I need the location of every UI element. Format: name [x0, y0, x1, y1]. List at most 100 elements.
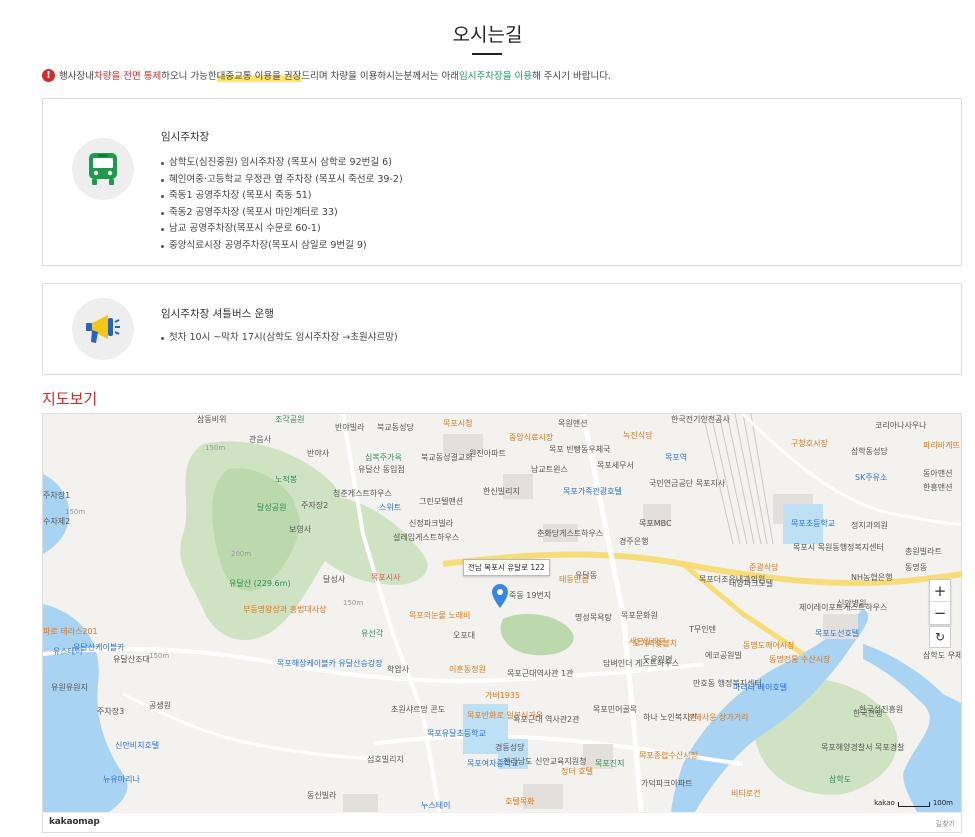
map-place-label[interactable]: 한국섬진흥원 — [859, 704, 903, 715]
directions-link[interactable]: 길찾기 — [936, 819, 955, 829]
map-place-label[interactable]: 삼학도 — [829, 774, 851, 785]
map-place-label[interactable]: 이훈동정원 — [449, 664, 486, 675]
map-place-label[interactable]: 태동반점 — [559, 574, 588, 585]
map-place-label[interactable]: 마리나 베이호텔 — [733, 682, 787, 693]
map-place-label[interactable]: 원진아파트 — [469, 448, 506, 459]
map-place-label[interactable]: 뉴유마리나 — [103, 774, 140, 785]
map-place-label[interactable]: 유스테이 — [53, 646, 82, 657]
kakao-map[interactable]: 삼동비위 조각공원 반야빌라 북교동성당 목포시청 중앙식료시장 목원맨션 한국전기안전공사 녹… — [42, 413, 962, 833]
map-place-label[interactable]: 목포시청 — [443, 418, 472, 429]
map-place-label[interactable]: 총원빌라트 — [905, 546, 942, 557]
map-place-label[interactable]: 가덕파크아파트 — [641, 778, 693, 789]
map-place-label[interactable]: 춘화당게스트하우스 — [537, 528, 603, 539]
map-place-label[interactable]: 호텔목화 — [505, 796, 534, 807]
map-place-label[interactable]: 삼학도 우체국 — [923, 650, 961, 661]
map-place-label[interactable]: 삼동비위 — [197, 414, 226, 425]
map-place-label[interactable]: 남교트윈스 — [531, 464, 568, 475]
location-pin-icon[interactable] — [492, 584, 508, 608]
map-place-label[interactable]: 유원유원지 — [51, 682, 88, 693]
map-place-label[interactable]: 동명전통 수산시장 — [769, 654, 830, 665]
map-place-label[interactable]: 목포진지 — [595, 758, 624, 769]
map-place-label[interactable]: 학암사 — [387, 664, 409, 675]
map-place-label[interactable]: 녹진식당 — [623, 430, 652, 441]
map-place-label[interactable]: 비티로건 — [731, 788, 760, 799]
map-place-label[interactable]: 목포의눈물 노래비 — [409, 610, 470, 621]
zoom-in-button[interactable]: + — [930, 580, 950, 602]
map-place-label[interactable]: 반야빌라 — [335, 422, 364, 433]
map-place-label[interactable]: 대양파크모텔 — [729, 578, 773, 589]
map-place-label[interactable]: 목포유달초등학교 — [427, 728, 486, 739]
map-place-label[interactable]: 건해사운 상가거리 — [687, 712, 748, 723]
map-place-label[interactable]: 목포시 목원동행정복지센터 — [793, 542, 884, 553]
map-place-label[interactable]: 보영사 — [289, 524, 311, 535]
map-place-label[interactable]: 에코공원빌 — [705, 650, 742, 661]
map-place-label[interactable]: 150m — [149, 652, 169, 660]
map-place-label[interactable]: 동명도깨어시장 — [743, 640, 795, 651]
map-place-label[interactable]: 누스테이 — [421, 800, 450, 811]
map-place-label[interactable]: 주차장3 — [97, 706, 124, 717]
reset-view-button[interactable]: ↻ — [929, 626, 951, 648]
map-place-label[interactable]: 관음사 — [249, 434, 271, 445]
map-place-label[interactable]: 200m — [231, 550, 251, 558]
map-place-label[interactable]: 가버1935 — [485, 690, 520, 701]
map-place-label[interactable]: 동아맨션 — [923, 468, 952, 479]
map-place-label[interactable]: 목포해상케이블카 유달산승강장 — [277, 658, 383, 669]
map-place-label[interactable]: 한국전기안전공사 — [671, 414, 730, 425]
map-place-label[interactable]: 정터 호텔 — [561, 766, 593, 777]
map-place-label[interactable]: 목포민어골목 — [593, 704, 637, 715]
map-place-label[interactable]: 세븐일레븐 — [629, 636, 666, 647]
map-place-label[interactable]: 경주은행 — [619, 536, 648, 547]
map-place-label[interactable]: 명성목욕탕 — [575, 612, 612, 623]
map-place-label[interactable]: 목포근대역사관 1관 — [507, 668, 574, 679]
map-place-label[interactable]: 수자제2 — [43, 516, 70, 527]
map-place-label[interactable]: 유달산조대 — [113, 654, 150, 665]
map-place-label[interactable]: 유달산 동입점 — [358, 464, 405, 475]
map-place-label[interactable]: 파리바게뜨 — [923, 440, 960, 451]
map-place-label[interactable]: 목포MBC — [639, 518, 672, 529]
map-place-label[interactable]: 목원맨션 — [558, 418, 587, 429]
map-place-label[interactable]: 그린모텔맨션 — [419, 496, 463, 507]
map-place-label[interactable]: 조각공원 — [275, 414, 304, 425]
map-place-label[interactable]: 유선각 — [361, 628, 383, 639]
map-place-label[interactable]: 유달산 (229.6m) — [229, 578, 291, 589]
map-place-label[interactable]: 목포근대 역사관2관 — [513, 714, 580, 725]
map-place-label[interactable]: 오포대 — [453, 630, 475, 641]
map-place-label[interactable]: 150m — [65, 508, 85, 516]
map-place-label[interactable]: 구청호시장 — [791, 438, 828, 449]
map-place-label[interactable]: 목포초등학교 — [791, 518, 835, 529]
map-place-label[interactable]: 반야사 — [307, 448, 329, 459]
map-place-label[interactable]: 제이레이포트게스트하우스 — [799, 602, 887, 613]
map-place-label[interactable]: 동명동 — [905, 562, 927, 573]
map-place-label[interactable]: SK주유소 — [855, 472, 887, 483]
map-place-label[interactable]: 달성사 — [323, 574, 345, 585]
map-place-label[interactable]: 동신빌라 — [307, 790, 336, 801]
map-place-label[interactable]: 한신빌리지 — [483, 486, 520, 497]
map-place-label[interactable]: 공생원 — [149, 700, 171, 711]
map-place-label[interactable]: 국민연금공단 목포지사 — [649, 478, 725, 489]
map-place-label[interactable]: 목포종합수산시장 — [639, 750, 698, 761]
map-place-label[interactable]: 심복주가옥 — [365, 452, 402, 463]
map-place-label[interactable]: 코리아나사우나 — [875, 420, 927, 431]
map-place-label[interactable]: 목포세무서 — [597, 460, 634, 471]
map-place-label[interactable]: 부등명왕상과 흥법대사상 — [243, 604, 327, 615]
map-place-label[interactable]: 두우인면 — [643, 654, 672, 665]
map-place-label[interactable]: 죽동 19번지 — [509, 590, 551, 601]
map-place-label[interactable]: 150m — [205, 444, 225, 452]
map-place-label[interactable]: 신정파크빌라 — [409, 518, 453, 529]
map-place-label[interactable]: 주차장1 — [43, 490, 70, 501]
map-place-label[interactable]: 삼학동성당 — [851, 446, 888, 457]
map-place-label[interactable]: 150m — [343, 599, 363, 607]
map-place-label[interactable]: 달성공원 — [257, 502, 286, 513]
map-place-label[interactable]: 준광식당 — [749, 562, 778, 573]
map-place-label[interactable]: 신안비치호텔 — [115, 740, 159, 751]
map-place-label[interactable]: 경동성당 — [495, 742, 524, 753]
map-place-label[interactable]: 노적봉 — [275, 474, 297, 485]
map-place-label[interactable]: 목포해양경찰서 목포경찰 — [821, 742, 905, 753]
map-place-label[interactable]: T무인텐 — [689, 624, 716, 635]
map-place-label[interactable]: 중앙식료시장 — [509, 432, 553, 443]
map-place-label[interactable]: 설레임게스트하우스 — [393, 532, 459, 543]
kakaomap-logo[interactable]: kakaomap — [49, 817, 100, 827]
map-place-label[interactable]: 목포 빈빵동우체국 — [549, 444, 610, 455]
map-place-label[interactable]: 북교동성결교회 — [421, 452, 473, 463]
map-place-label[interactable]: 주자장2 — [301, 500, 328, 511]
